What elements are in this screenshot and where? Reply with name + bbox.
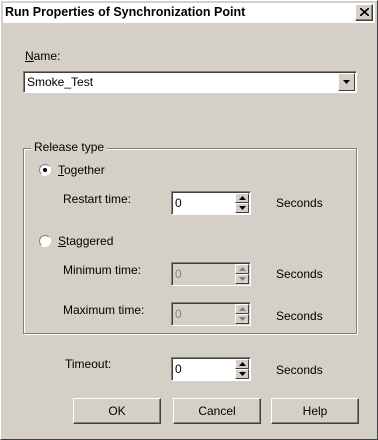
arrow-up-icon bbox=[239, 196, 246, 200]
ok-button[interactable]: OK bbox=[73, 398, 161, 424]
dialog-window: Run Properties of Synchronization Point … bbox=[0, 0, 378, 440]
minimum-time-up-button[interactable] bbox=[235, 264, 249, 274]
together-radio[interactable] bbox=[39, 164, 51, 176]
radio-selected-dot bbox=[43, 168, 47, 172]
chevron-down-icon bbox=[343, 80, 350, 84]
arrow-up-icon bbox=[239, 307, 246, 311]
cancel-button[interactable]: Cancel bbox=[173, 398, 261, 424]
restart-time-units: Seconds bbox=[276, 196, 323, 210]
together-radio-label[interactable]: Together bbox=[58, 163, 105, 177]
timeout-down-button[interactable] bbox=[235, 369, 249, 379]
restart-time-spinbox[interactable]: 0 bbox=[171, 191, 251, 215]
minimum-time-label: Minimum time: bbox=[63, 263, 142, 277]
restart-time-label: Restart time: bbox=[63, 192, 132, 206]
timeout-value[interactable]: 0 bbox=[175, 362, 182, 376]
restart-time-up-button[interactable] bbox=[235, 193, 249, 203]
arrow-up-icon bbox=[239, 362, 246, 366]
maximum-time-value[interactable]: 0 bbox=[175, 307, 182, 321]
close-icon bbox=[360, 8, 369, 16]
maximum-time-spinbox[interactable]: 0 bbox=[171, 302, 251, 326]
maximum-time-down-button[interactable] bbox=[235, 314, 249, 324]
maximum-time-units: Seconds bbox=[276, 309, 323, 323]
timeout-spinbox[interactable]: 0 bbox=[171, 357, 251, 381]
minimum-time-units: Seconds bbox=[276, 267, 323, 281]
minimum-time-spinbox[interactable]: 0 bbox=[171, 262, 251, 286]
name-combobox-value[interactable]: Smoke_Test bbox=[27, 75, 93, 89]
restart-time-value[interactable]: 0 bbox=[175, 196, 182, 210]
release-type-group-title: Release type bbox=[31, 140, 108, 154]
name-combobox[interactable]: Smoke_Test bbox=[23, 71, 357, 93]
minimum-time-down-button[interactable] bbox=[235, 274, 249, 284]
arrow-up-icon bbox=[239, 267, 246, 271]
timeout-units: Seconds bbox=[276, 363, 323, 377]
arrow-down-icon bbox=[239, 277, 246, 281]
window-title: Run Properties of Synchronization Point bbox=[5, 5, 246, 19]
maximum-time-up-button[interactable] bbox=[235, 304, 249, 314]
timeout-label: Timeout: bbox=[65, 357, 112, 371]
restart-time-spin-buttons bbox=[235, 193, 249, 213]
close-button[interactable] bbox=[355, 4, 373, 21]
restart-time-down-button[interactable] bbox=[235, 203, 249, 213]
title-bar[interactable]: Run Properties of Synchronization Point bbox=[3, 3, 375, 23]
minimum-time-spin-buttons bbox=[235, 264, 249, 284]
staggered-radio[interactable] bbox=[39, 235, 51, 247]
minimum-time-value[interactable]: 0 bbox=[175, 267, 182, 281]
timeout-up-button[interactable] bbox=[235, 359, 249, 369]
maximum-time-spin-buttons bbox=[235, 304, 249, 324]
help-button[interactable]: Help bbox=[271, 398, 359, 424]
name-label: Name: bbox=[25, 49, 61, 63]
arrow-down-icon bbox=[239, 206, 246, 210]
name-dropdown-button[interactable] bbox=[338, 73, 355, 91]
arrow-down-icon bbox=[239, 317, 246, 321]
staggered-radio-label[interactable]: Staggered bbox=[58, 234, 113, 248]
timeout-spin-buttons bbox=[235, 359, 249, 379]
arrow-down-icon bbox=[239, 372, 246, 376]
maximum-time-label: Maximum time: bbox=[63, 303, 145, 317]
